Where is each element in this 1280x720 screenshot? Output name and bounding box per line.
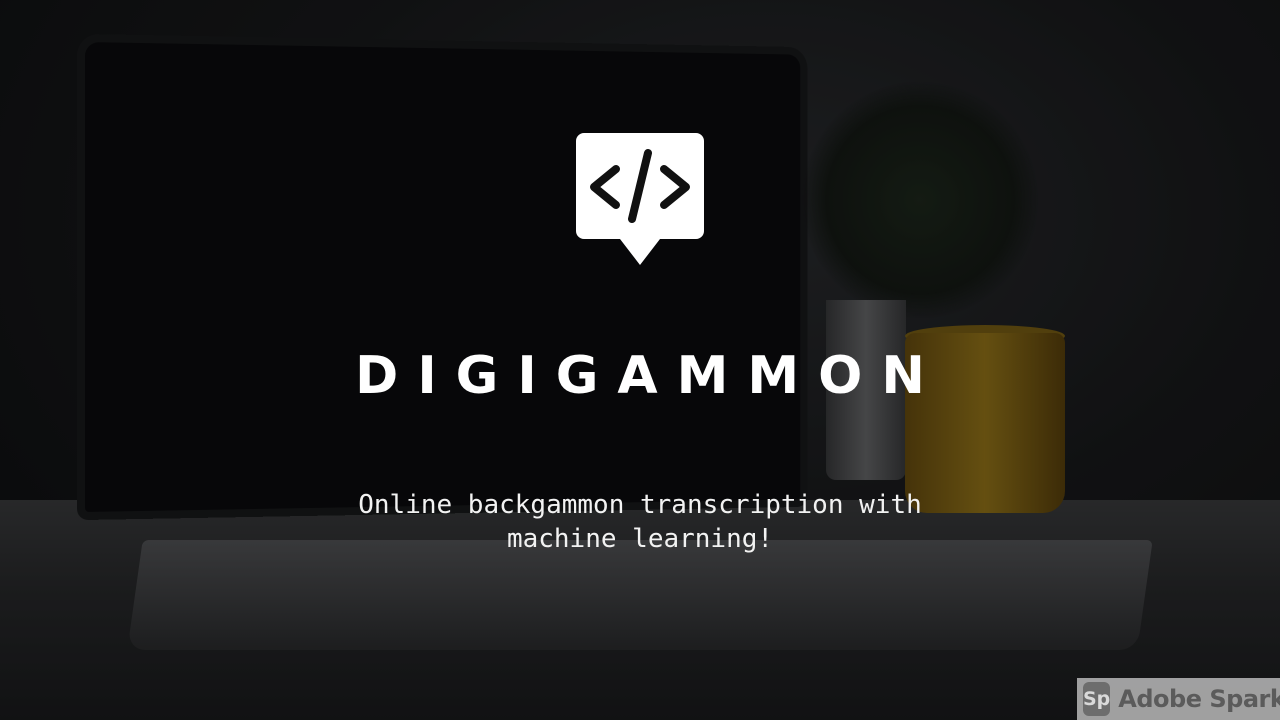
adobe-spark-logo-icon: Sp — [1083, 682, 1111, 716]
subtitle-line-1: Online backgammon transcription with — [358, 490, 922, 520]
page-subtitle: Online backgammon transcription with mac… — [240, 488, 1040, 556]
subtitle-line-2: machine learning! — [506, 524, 774, 554]
page-title: DIGIGAMMON — [355, 346, 944, 406]
code-brackets-speech-bubble-icon — [576, 133, 704, 265]
adobe-spark-watermark[interactable]: Sp Adobe Spark — [1077, 678, 1280, 720]
watermark-label: Adobe Spark — [1118, 685, 1280, 713]
